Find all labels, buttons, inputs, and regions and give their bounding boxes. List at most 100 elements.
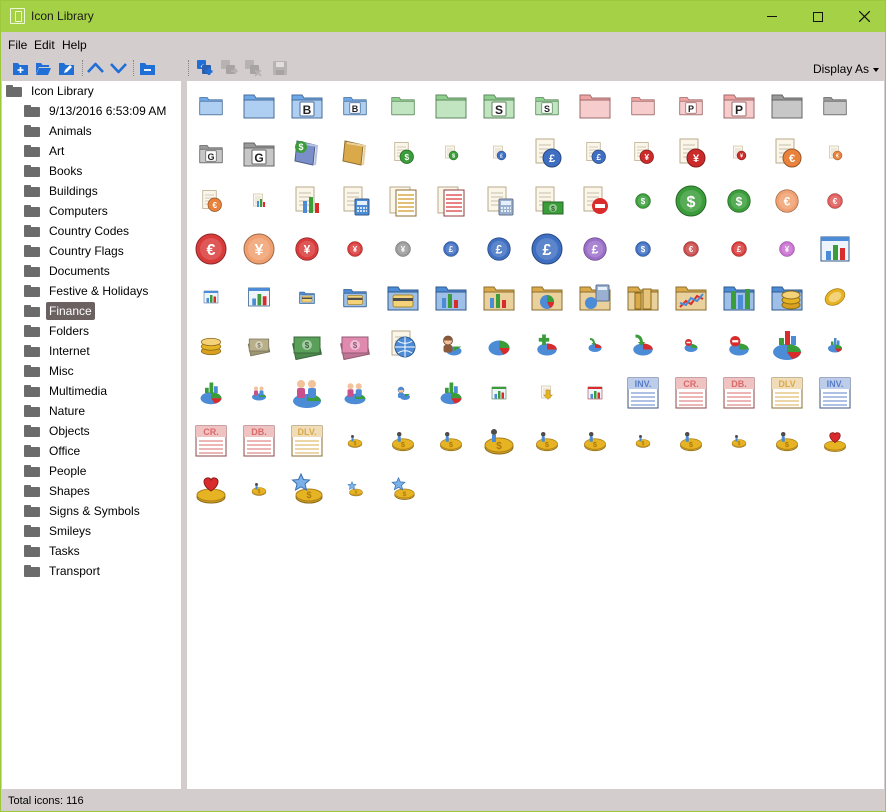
icon-tile[interactable]: € — [763, 129, 811, 177]
tree-item-finance[interactable]: Finance — [24, 301, 95, 321]
icon-tile[interactable] — [187, 465, 235, 513]
icon-tile[interactable]: $ — [619, 225, 667, 273]
icon-tile[interactable] — [763, 321, 811, 369]
icon-tile[interactable]: S — [523, 81, 571, 129]
icon-tile[interactable]: $ — [427, 129, 475, 177]
icon-tile[interactable]: $ — [523, 417, 571, 465]
tree-item-tasks[interactable]: Tasks — [24, 541, 83, 561]
icon-tile[interactable] — [619, 81, 667, 129]
menu-edit[interactable]: Edit — [34, 38, 55, 52]
icon-tile[interactable] — [235, 81, 283, 129]
icon-tile[interactable] — [427, 177, 475, 225]
tree-item-documents[interactable]: Documents — [24, 261, 113, 281]
tree-item-office[interactable]: Office — [24, 441, 83, 461]
icon-tile[interactable]: ¥ — [283, 225, 331, 273]
icon-tile[interactable]: $ — [427, 417, 475, 465]
icon-tile[interactable]: $ — [763, 417, 811, 465]
new-item-button[interactable] — [11, 59, 29, 77]
icon-tile[interactable]: $ — [379, 129, 427, 177]
icon-tile[interactable] — [571, 177, 619, 225]
icon-tile[interactable]: £ — [475, 225, 523, 273]
icon-tile[interactable] — [571, 321, 619, 369]
tree-item-animals[interactable]: Animals — [24, 121, 95, 141]
tree-item-festive-holidays[interactable]: Festive & Holidays — [24, 281, 151, 301]
icon-tile[interactable] — [475, 321, 523, 369]
icon-tile[interactable] — [235, 177, 283, 225]
icon-tile[interactable]: $ — [235, 321, 283, 369]
icon-tile[interactable] — [523, 321, 571, 369]
icon-tile[interactable]: $ — [283, 465, 331, 513]
icon-tile[interactable]: $ — [475, 417, 523, 465]
icon-tile[interactable]: £ — [523, 129, 571, 177]
remove-folder-button[interactable] — [138, 59, 156, 77]
icon-tile[interactable] — [187, 81, 235, 129]
icon-tile[interactable] — [187, 369, 235, 417]
icon-tile[interactable]: $ — [667, 417, 715, 465]
icon-tile[interactable]: $ — [331, 465, 379, 513]
icon-tile[interactable] — [811, 417, 859, 465]
icon-tile[interactable] — [475, 369, 523, 417]
icon-tile[interactable] — [331, 369, 379, 417]
icon-tile[interactable]: € — [667, 225, 715, 273]
icon-tile[interactable]: B — [331, 81, 379, 129]
icon-tile[interactable] — [811, 321, 859, 369]
tree-item-books[interactable]: Books — [24, 161, 85, 181]
icon-tile[interactable]: $ — [283, 321, 331, 369]
icon-tile[interactable]: € — [811, 129, 859, 177]
menu-help[interactable]: Help — [62, 38, 87, 52]
icon-tile[interactable] — [619, 321, 667, 369]
maximize-button[interactable] — [795, 1, 841, 32]
icon-tile[interactable]: B — [283, 81, 331, 129]
icon-tile[interactable]: DLV — [763, 369, 811, 417]
icon-tile[interactable]: ¥ — [763, 225, 811, 273]
icon-tile[interactable] — [523, 273, 571, 321]
tree-item-country-codes[interactable]: Country Codes — [24, 221, 132, 241]
icon-tile[interactable]: G — [235, 129, 283, 177]
icon-tile[interactable] — [763, 273, 811, 321]
icon-tile[interactable] — [235, 369, 283, 417]
open-folder-button[interactable] — [34, 59, 52, 77]
icon-tile[interactable]: P — [667, 81, 715, 129]
icon-grid[interactable]: B B S S P P G G $ $ $ £ £ £ ¥ ¥ ¥ € € € $ $ $ $ € € € ¥ ¥ ¥ ¥ £ £ £ £ $ € £ ¥ $… — [187, 81, 884, 789]
icon-tile[interactable]: $ — [379, 417, 427, 465]
tree-item-internet[interactable]: Internet — [24, 341, 93, 361]
icon-tile[interactable]: CR. — [667, 369, 715, 417]
icon-tile[interactable]: DB. — [235, 417, 283, 465]
icon-tile[interactable] — [427, 81, 475, 129]
tree-item-buildings[interactable]: Buildings — [24, 181, 101, 201]
icon-tile[interactable] — [523, 369, 571, 417]
icon-tile[interactable] — [811, 81, 859, 129]
icon-tile[interactable] — [379, 177, 427, 225]
tree-item-multimedia[interactable]: Multimedia — [24, 381, 110, 401]
icon-tile[interactable]: £ — [475, 129, 523, 177]
icon-tile[interactable] — [331, 177, 379, 225]
tree-item-art[interactable]: Art — [24, 141, 67, 161]
icon-tile[interactable] — [187, 321, 235, 369]
icon-tile[interactable] — [763, 81, 811, 129]
icon-tile[interactable]: £ — [427, 225, 475, 273]
tree-item-folders[interactable]: Folders — [24, 321, 92, 341]
icon-tile[interactable] — [379, 369, 427, 417]
icon-tile[interactable]: ¥ — [667, 129, 715, 177]
icon-tile[interactable] — [571, 273, 619, 321]
add-icon-button[interactable] — [196, 59, 214, 77]
tree-item-9-13-2016-6-53-09-am[interactable]: 9/13/2016 6:53:09 AM — [24, 101, 169, 121]
icon-tile[interactable]: $ — [379, 465, 427, 513]
category-tree[interactable]: Icon Library 9/13/2016 6:53:09 AM Animals… — [2, 81, 181, 789]
icon-tile[interactable] — [331, 273, 379, 321]
icon-tile[interactable] — [811, 273, 859, 321]
tree-item-signs-symbols[interactable]: Signs & Symbols — [24, 501, 143, 521]
edit-folder-button[interactable] — [57, 59, 75, 77]
icon-tile[interactable]: G — [187, 129, 235, 177]
icon-tile[interactable]: £ — [571, 129, 619, 177]
icon-tile[interactable]: £ — [715, 225, 763, 273]
icon-tile[interactable]: ¥ — [331, 225, 379, 273]
icon-tile[interactable]: $ — [331, 321, 379, 369]
icon-tile[interactable]: £ — [571, 225, 619, 273]
icon-tile[interactable] — [715, 273, 763, 321]
minimize-button[interactable] — [749, 1, 795, 32]
icon-tile[interactable]: € — [187, 177, 235, 225]
icon-tile[interactable]: ¥ — [379, 225, 427, 273]
menu-file[interactable]: File — [8, 38, 27, 52]
icon-tile[interactable]: INV. — [811, 369, 859, 417]
